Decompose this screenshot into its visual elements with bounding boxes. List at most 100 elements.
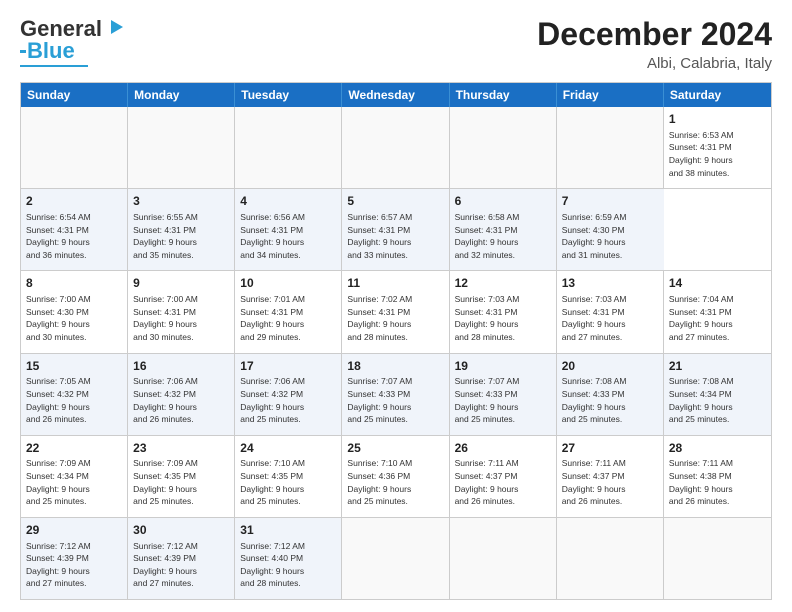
cal-cell-day-7: 7 Sunrise: 6:59 AMSunset: 4:30 PMDaylight… bbox=[557, 189, 664, 270]
logo-underline bbox=[20, 65, 88, 67]
cell-info: Sunrise: 7:12 AMSunset: 4:39 PMDaylight:… bbox=[133, 541, 198, 589]
cell-info: Sunrise: 6:53 AMSunset: 4:31 PMDaylight:… bbox=[669, 130, 734, 178]
day-number: 9 bbox=[133, 275, 229, 292]
cal-week-6: 29Sunrise: 7:12 AMSunset: 4:39 PMDayligh… bbox=[21, 517, 771, 599]
cell-info: Sunrise: 6:54 AMSunset: 4:31 PMDaylight:… bbox=[26, 212, 91, 260]
cell-info: Sunrise: 7:05 AMSunset: 4:32 PMDaylight:… bbox=[26, 376, 91, 424]
cal-cell-empty bbox=[557, 107, 664, 188]
cell-info: Sunrise: 7:03 AMSunset: 4:31 PMDaylight:… bbox=[455, 294, 520, 342]
cal-week-4: 15Sunrise: 7:05 AMSunset: 4:32 PMDayligh… bbox=[21, 353, 771, 435]
header-day-thursday: Thursday bbox=[450, 83, 557, 107]
cal-week-2: 2 Sunrise: 6:54 AMSunset: 4:31 PMDaylight… bbox=[21, 188, 771, 270]
cell-info: Sunrise: 6:56 AMSunset: 4:31 PMDaylight:… bbox=[240, 212, 305, 260]
cal-cell-day-25: 25Sunrise: 7:10 AMSunset: 4:36 PMDayligh… bbox=[342, 436, 449, 517]
cell-info: Sunrise: 7:11 AMSunset: 4:38 PMDaylight:… bbox=[669, 458, 733, 506]
cal-week-3: 8 Sunrise: 7:00 AMSunset: 4:30 PMDaylight… bbox=[21, 270, 771, 352]
cal-cell-day-30: 30Sunrise: 7:12 AMSunset: 4:39 PMDayligh… bbox=[128, 518, 235, 599]
day-number: 8 bbox=[26, 275, 122, 292]
day-number: 11 bbox=[347, 275, 443, 292]
cal-cell-empty bbox=[557, 518, 664, 599]
logo-blue: Blue bbox=[27, 38, 75, 64]
cal-cell-day-2: 2 Sunrise: 6:54 AMSunset: 4:31 PMDaylight… bbox=[21, 189, 128, 270]
header-day-sunday: Sunday bbox=[21, 83, 128, 107]
day-number: 12 bbox=[455, 275, 551, 292]
day-number: 23 bbox=[133, 440, 229, 457]
day-number: 10 bbox=[240, 275, 336, 292]
title-block: December 2024 Albi, Calabria, Italy bbox=[537, 16, 772, 72]
cal-cell-day-3: 3 Sunrise: 6:55 AMSunset: 4:31 PMDaylight… bbox=[128, 189, 235, 270]
cell-info: Sunrise: 7:11 AMSunset: 4:37 PMDaylight:… bbox=[455, 458, 519, 506]
day-number: 18 bbox=[347, 358, 443, 375]
cal-cell-day-21: 21Sunrise: 7:08 AMSunset: 4:34 PMDayligh… bbox=[664, 354, 771, 435]
cell-info: Sunrise: 7:08 AMSunset: 4:33 PMDaylight:… bbox=[562, 376, 627, 424]
cal-cell-day-17: 17Sunrise: 7:06 AMSunset: 4:32 PMDayligh… bbox=[235, 354, 342, 435]
cal-cell-day-8: 8 Sunrise: 7:00 AMSunset: 4:30 PMDaylight… bbox=[21, 271, 128, 352]
day-number: 20 bbox=[562, 358, 658, 375]
logo-icon bbox=[103, 16, 125, 38]
cal-cell-day-10: 10Sunrise: 7:01 AMSunset: 4:31 PMDayligh… bbox=[235, 271, 342, 352]
cal-cell-empty bbox=[450, 107, 557, 188]
page: General Blue December 2024 Albi, Calabri… bbox=[0, 0, 792, 612]
header-day-monday: Monday bbox=[128, 83, 235, 107]
cell-info: Sunrise: 7:12 AMSunset: 4:39 PMDaylight:… bbox=[26, 541, 91, 589]
cal-cell-day-5: 5 Sunrise: 6:57 AMSunset: 4:31 PMDaylight… bbox=[342, 189, 449, 270]
cal-cell-empty bbox=[342, 518, 449, 599]
day-number: 24 bbox=[240, 440, 336, 457]
cal-cell-day-19: 19Sunrise: 7:07 AMSunset: 4:33 PMDayligh… bbox=[450, 354, 557, 435]
day-number: 13 bbox=[562, 275, 658, 292]
header-day-tuesday: Tuesday bbox=[235, 83, 342, 107]
day-number: 7 bbox=[562, 193, 659, 210]
cal-cell-empty bbox=[342, 107, 449, 188]
cell-info: Sunrise: 7:07 AMSunset: 4:33 PMDaylight:… bbox=[347, 376, 412, 424]
main-title: December 2024 bbox=[537, 16, 772, 53]
header-day-saturday: Saturday bbox=[664, 83, 771, 107]
cal-cell-day-13: 13Sunrise: 7:03 AMSunset: 4:31 PMDayligh… bbox=[557, 271, 664, 352]
cal-cell-empty bbox=[21, 107, 128, 188]
cal-week-5: 22Sunrise: 7:09 AMSunset: 4:34 PMDayligh… bbox=[21, 435, 771, 517]
cell-info: Sunrise: 7:07 AMSunset: 4:33 PMDaylight:… bbox=[455, 376, 520, 424]
cell-info: Sunrise: 6:57 AMSunset: 4:31 PMDaylight:… bbox=[347, 212, 412, 260]
cal-cell-day-16: 16Sunrise: 7:06 AMSunset: 4:32 PMDayligh… bbox=[128, 354, 235, 435]
day-number: 21 bbox=[669, 358, 766, 375]
cell-info: Sunrise: 6:55 AMSunset: 4:31 PMDaylight:… bbox=[133, 212, 198, 260]
cell-info: Sunrise: 7:09 AMSunset: 4:35 PMDaylight:… bbox=[133, 458, 198, 506]
day-number: 27 bbox=[562, 440, 658, 457]
day-number: 5 bbox=[347, 193, 443, 210]
calendar-header: SundayMondayTuesdayWednesdayThursdayFrid… bbox=[21, 83, 771, 107]
logo: General Blue bbox=[20, 16, 125, 67]
cal-cell-day-26: 26Sunrise: 7:11 AMSunset: 4:37 PMDayligh… bbox=[450, 436, 557, 517]
day-number: 22 bbox=[26, 440, 122, 457]
day-number: 6 bbox=[455, 193, 551, 210]
cal-cell-day-22: 22Sunrise: 7:09 AMSunset: 4:34 PMDayligh… bbox=[21, 436, 128, 517]
day-number: 2 bbox=[26, 193, 122, 210]
day-number: 19 bbox=[455, 358, 551, 375]
cal-cell-day-6: 6Sunrise: 6:58 AMSunset: 4:31 PMDaylight… bbox=[450, 189, 557, 270]
cal-cell-day-27: 27Sunrise: 7:11 AMSunset: 4:37 PMDayligh… bbox=[557, 436, 664, 517]
cal-cell-day-23: 23Sunrise: 7:09 AMSunset: 4:35 PMDayligh… bbox=[128, 436, 235, 517]
day-number: 16 bbox=[133, 358, 229, 375]
day-number: 1 bbox=[669, 111, 766, 128]
cell-info: Sunrise: 7:06 AMSunset: 4:32 PMDaylight:… bbox=[240, 376, 305, 424]
header-day-friday: Friday bbox=[557, 83, 664, 107]
cell-info: Sunrise: 7:10 AMSunset: 4:36 PMDaylight:… bbox=[347, 458, 412, 506]
cal-cell-empty bbox=[235, 107, 342, 188]
cell-info: Sunrise: 7:12 AMSunset: 4:40 PMDaylight:… bbox=[240, 541, 305, 589]
cal-cell-day-4: 4 Sunrise: 6:56 AMSunset: 4:31 PMDaylight… bbox=[235, 189, 342, 270]
day-number: 3 bbox=[133, 193, 229, 210]
cal-cell-day-24: 24Sunrise: 7:10 AMSunset: 4:35 PMDayligh… bbox=[235, 436, 342, 517]
cal-cell-day-9: 9Sunrise: 7:00 AMSunset: 4:31 PMDaylight… bbox=[128, 271, 235, 352]
cell-info: Sunrise: 7:00 AMSunset: 4:30 PMDaylight:… bbox=[26, 294, 91, 342]
day-number: 4 bbox=[240, 193, 336, 210]
cell-info: Sunrise: 7:09 AMSunset: 4:34 PMDaylight:… bbox=[26, 458, 91, 506]
calendar: SundayMondayTuesdayWednesdayThursdayFrid… bbox=[20, 82, 772, 600]
cal-cell-day-29: 29Sunrise: 7:12 AMSunset: 4:39 PMDayligh… bbox=[21, 518, 128, 599]
day-number: 25 bbox=[347, 440, 443, 457]
cell-info: Sunrise: 7:11 AMSunset: 4:37 PMDaylight:… bbox=[562, 458, 626, 506]
cal-cell-day-14: 14Sunrise: 7:04 AMSunset: 4:31 PMDayligh… bbox=[664, 271, 771, 352]
cell-info: Sunrise: 7:10 AMSunset: 4:35 PMDaylight:… bbox=[240, 458, 305, 506]
cal-cell-empty bbox=[128, 107, 235, 188]
cell-info: Sunrise: 7:04 AMSunset: 4:31 PMDaylight:… bbox=[669, 294, 734, 342]
cell-info: Sunrise: 6:59 AMSunset: 4:30 PMDaylight:… bbox=[562, 212, 627, 260]
cal-cell-day-12: 12 Sunrise: 7:03 AMSunset: 4:31 PMDayligh… bbox=[450, 271, 557, 352]
cal-cell-empty bbox=[450, 518, 557, 599]
